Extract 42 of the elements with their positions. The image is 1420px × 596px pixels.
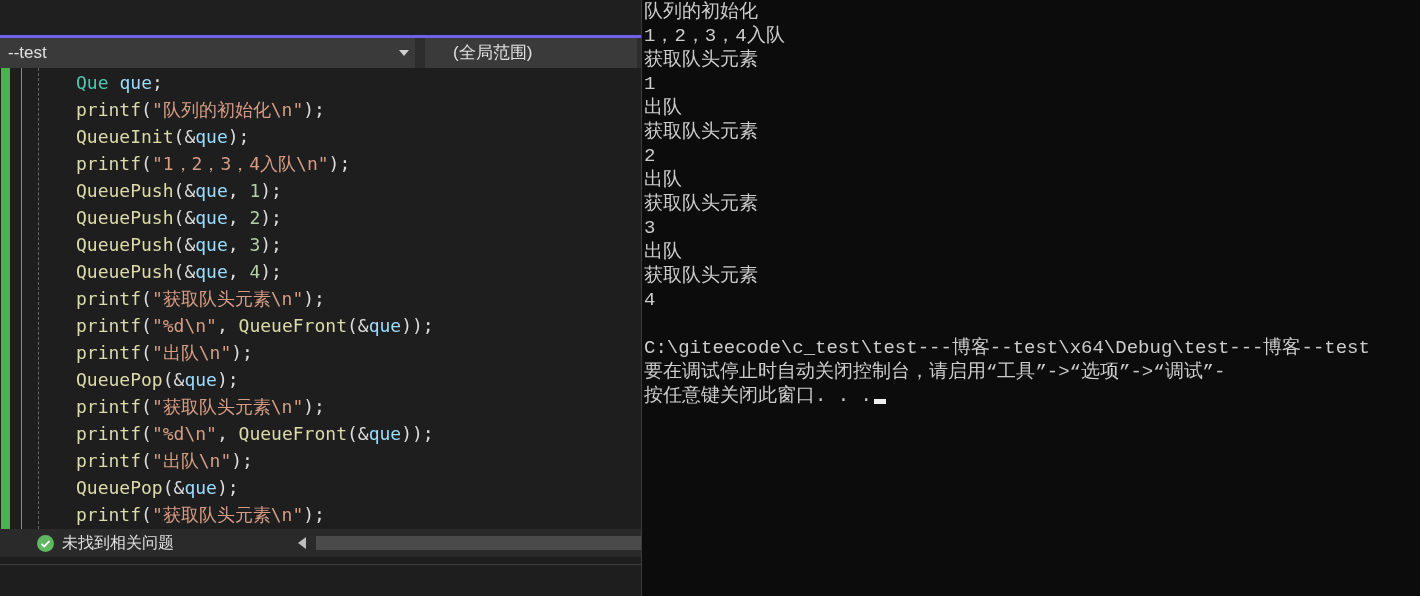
console-line: 获取队头元素 [644,48,758,72]
check-icon [37,534,54,552]
code-line: printf("%d\n", QueueFront(&que)); [76,422,434,446]
code-line: printf("出队\n"); [76,341,254,365]
scroll-left-icon[interactable] [298,537,306,549]
code-line: QueuePush(&que, 3); [76,233,283,257]
code-line: QueuePush(&que, 1); [76,179,283,203]
project-dropdown[interactable]: --test [0,38,415,68]
code-line: printf("出队\n"); [76,449,254,473]
dropdown-caret-icon [399,50,409,56]
code-line: QueuePop(&que); [76,476,240,500]
console-line: 出队 [644,96,682,120]
code-line: QueuePush(&que, 2); [76,206,283,230]
scope-dropdown[interactable]: (全局范围) [425,38,637,68]
code-line: printf("获取队头元素\n"); [76,503,326,527]
console-line: 2 [644,144,656,168]
console-line: 4 [644,288,656,312]
console-line: 获取队头元素 [644,120,758,144]
code-line: printf("%d\n", QueueFront(&que)); [76,314,434,338]
console-line: 出队 [644,168,682,192]
cursor [874,399,886,404]
console-line: 队列的初始化 [644,0,758,24]
code-line: printf("获取队头元素\n"); [76,395,326,419]
console-line: 获取队头元素 [644,192,758,216]
console-line: 1 [644,72,656,96]
console-line: 获取队头元素 [644,264,758,288]
code-line: printf("队列的初始化\n"); [76,98,326,122]
code-line: QueuePush(&que, 4); [76,260,283,284]
code-line: printf("1，2，3，4入队\n"); [76,152,352,176]
code-line: Que que; [76,71,164,95]
code-line: printf("获取队头元素\n"); [76,287,326,311]
console-line: 出队 [644,240,682,264]
console-line: 按任意键关闭此窗口. . . [644,384,872,408]
console-line: C:\giteecode\c_test\test---博客--test\x64\Debug\test---博客--test [644,336,1370,360]
code-line: QueuePop(&que); [76,368,240,392]
console-line: 3 [644,216,656,240]
console-line: 1，2，3，4入队 [644,24,785,48]
project-name: --test [8,42,47,65]
status-text: 未找到相关问题 [62,533,174,553]
console-line: 要在调试停止时自动关闭控制台，请启用“工具”->“选项”->“调试”- [644,360,1226,384]
code-line: QueueInit(&que); [76,125,251,149]
horizontal-scrollbar[interactable] [316,536,641,550]
